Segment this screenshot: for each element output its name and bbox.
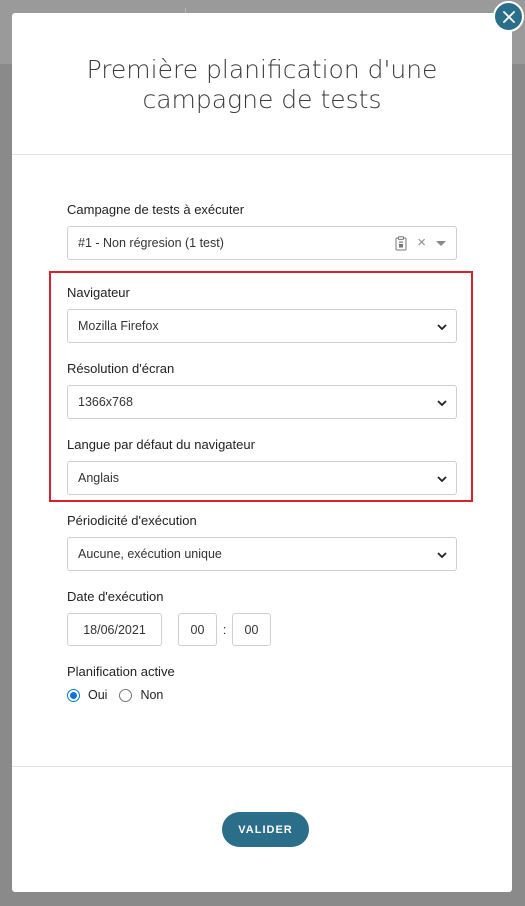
radio-oui-button[interactable] — [67, 688, 80, 702]
chevron-down-icon — [437, 552, 447, 559]
active-radio-group: Oui Non — [67, 688, 457, 702]
periodicity-select[interactable]: Aucune, exécution unique — [67, 537, 457, 571]
campaign-value: #1 - Non régresion (1 test) — [78, 236, 224, 250]
periodicity-value: Aucune, exécution unique — [78, 547, 222, 561]
browser-field: Navigateur Mozilla Firefox — [67, 285, 457, 343]
resolution-field: Résolution d'écran 1366x768 — [67, 361, 457, 419]
campaign-select[interactable]: #1 - Non régresion (1 test) × — [67, 226, 457, 260]
date-label: Date d'exécution — [67, 589, 164, 604]
browser-select[interactable]: Mozilla Firefox — [67, 309, 457, 343]
chevron-down-icon — [437, 324, 447, 331]
language-value: Anglais — [78, 471, 119, 485]
radio-non-button[interactable] — [119, 688, 133, 702]
date-input[interactable]: 18/06/2021 — [67, 613, 162, 646]
language-field: Langue par défaut du navigateur Anglais — [67, 437, 457, 495]
footer-divider — [12, 766, 512, 767]
radio-non-label: Non — [140, 688, 164, 702]
periodicity-field: Périodicité d'exécution Aucune, exécutio… — [67, 513, 457, 571]
date-field: Date d'exécution 18/06/2021 00 : 00 — [67, 589, 457, 646]
radio-non[interactable]: Non — [119, 688, 163, 702]
chevron-down-icon — [437, 476, 447, 483]
active-field: Planification active Oui Non — [67, 664, 457, 702]
time-separator: : — [222, 622, 227, 637]
resolution-select[interactable]: 1366x768 — [67, 385, 457, 419]
schedule-form: Campagne de tests à exécuter #1 - Non ré… — [67, 202, 457, 720]
submit-button[interactable]: VALIDER — [222, 812, 309, 847]
language-label: Langue par défaut du navigateur — [67, 437, 255, 452]
close-button[interactable] — [493, 1, 524, 32]
modal-dialog: Première planification d'une campagne de… — [12, 13, 512, 892]
minute-input[interactable]: 00 — [232, 613, 271, 646]
modal-header: Première planification d'une campagne de… — [12, 13, 512, 155]
chevron-down-icon — [437, 400, 447, 407]
browser-label: Navigateur — [67, 285, 130, 300]
language-select[interactable]: Anglais — [67, 461, 457, 495]
close-icon — [502, 10, 515, 23]
resolution-label: Résolution d'écran — [67, 361, 175, 376]
campaign-label: Campagne de tests à exécuter — [67, 202, 245, 217]
active-label: Planification active — [67, 664, 175, 679]
modal-title: Première planification d'une campagne de… — [86, 55, 438, 114]
hour-input[interactable]: 00 — [178, 613, 217, 646]
browser-value: Mozilla Firefox — [78, 319, 159, 333]
date-row: 18/06/2021 00 : 00 — [67, 613, 457, 646]
clear-icon[interactable]: × — [417, 235, 426, 251]
radio-oui-label: Oui — [88, 688, 108, 702]
resolution-value: 1366x768 — [78, 395, 133, 409]
campaign-field: Campagne de tests à exécuter #1 - Non ré… — [67, 202, 457, 260]
clipboard-icon[interactable] — [395, 235, 407, 251]
chevron-down-icon[interactable] — [436, 240, 446, 246]
periodicity-label: Périodicité d'exécution — [67, 513, 197, 528]
radio-oui[interactable]: Oui — [67, 688, 107, 702]
